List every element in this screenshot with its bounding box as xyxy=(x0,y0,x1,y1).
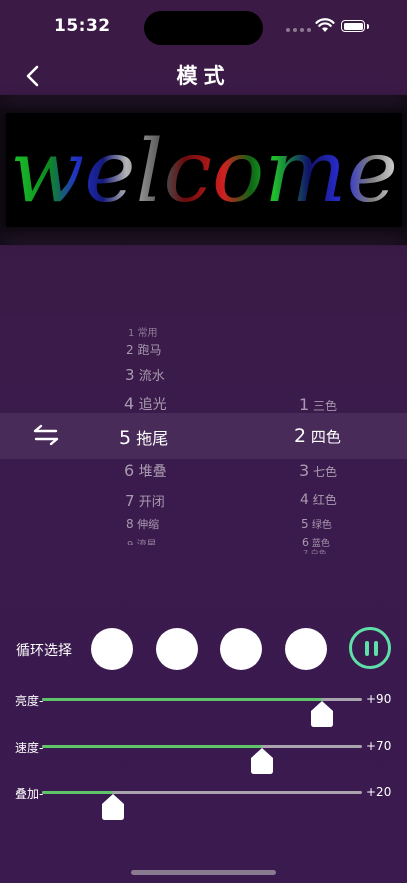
slider-thumb[interactable] xyxy=(251,748,274,774)
picker-item[interactable]: 3 流水 xyxy=(125,365,165,384)
slider-label: 叠加- xyxy=(15,787,44,801)
slider-value: +20 xyxy=(366,785,392,799)
picker-item-selected[interactable]: 2 四色 xyxy=(294,425,341,447)
slider-label: 速度- xyxy=(15,741,44,755)
picker-item[interactable]: 4 红色 xyxy=(300,491,337,508)
swap-arrows-icon[interactable] xyxy=(32,424,60,446)
pause-button[interactable] xyxy=(349,627,391,669)
back-chevron-icon[interactable] xyxy=(20,63,46,89)
wifi-icon xyxy=(315,18,335,32)
loop-option-4-button[interactable] xyxy=(285,628,327,670)
svg-text:welcome: welcome xyxy=(10,122,398,222)
slider-label: 亮度- xyxy=(15,694,44,708)
home-indicator xyxy=(131,870,276,875)
slider-track[interactable] xyxy=(42,791,362,794)
led-preview: welcome xyxy=(6,113,402,227)
picker-selection-band xyxy=(0,413,407,459)
loop-option-3-button[interactable] xyxy=(220,628,262,670)
picker-item[interactable]: 8 伸缩 xyxy=(126,516,159,532)
picker-item[interactable]: 7 开闭 xyxy=(125,491,165,510)
welcome-preview-text: welcome xyxy=(10,122,398,222)
page-title: 模式 xyxy=(176,64,231,88)
picker-item[interactable]: 2 跑马 xyxy=(126,341,161,358)
battery-cap xyxy=(367,24,369,29)
battery-icon xyxy=(341,20,365,32)
loop-option-1-button[interactable] xyxy=(91,628,133,670)
cellular-signal-icon xyxy=(286,28,311,32)
picker-item-selected[interactable]: 5 拖尾 xyxy=(119,425,168,449)
picker-item[interactable]: 1 三色 xyxy=(299,395,337,414)
loop-select-label: 循环选择 xyxy=(16,643,72,659)
picker-item[interactable]: 5 绿色 xyxy=(301,516,332,531)
picker-item[interactable]: 3 七色 xyxy=(299,461,337,480)
slider-value: +90 xyxy=(366,692,392,706)
picker-item[interactable]: 1 常用 xyxy=(128,324,158,339)
slider-thumb[interactable] xyxy=(311,701,334,727)
dynamic-island xyxy=(144,11,263,45)
picker-item[interactable]: 7 白色 xyxy=(303,548,327,554)
slider-track[interactable] xyxy=(42,745,362,748)
picker-item[interactable]: 9 流星 xyxy=(127,536,157,545)
loop-option-2-button[interactable] xyxy=(156,628,198,670)
status-time: 15:32 xyxy=(54,16,111,36)
slider-thumb[interactable] xyxy=(101,794,124,820)
slider-value: +70 xyxy=(366,739,392,753)
picker-item[interactable]: 6 堆叠 xyxy=(124,461,167,481)
picker-item[interactable]: 4 追光 xyxy=(124,394,167,414)
